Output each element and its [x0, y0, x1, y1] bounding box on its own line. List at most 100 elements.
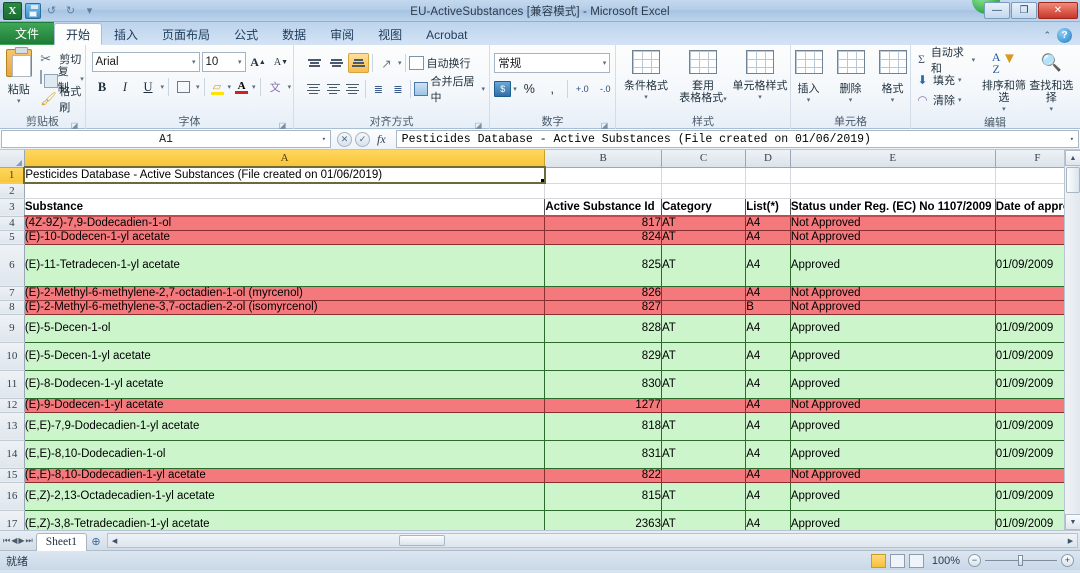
cell-substance[interactable]: (E)-10-Dodecen-1-yl acetate	[24, 230, 544, 244]
cell-B1[interactable]	[545, 167, 662, 183]
autosum-button[interactable]: Σ 自动求和 ▾	[915, 50, 975, 69]
cell-category[interactable]: AT	[661, 370, 745, 398]
cell-category[interactable]: AT	[661, 342, 745, 370]
increase-decimal-button[interactable]: +.0	[572, 79, 593, 99]
row-header-15[interactable]: 15	[0, 468, 24, 482]
cell-list[interactable]: A4	[746, 244, 791, 286]
fill-caret-icon[interactable]: ▾	[958, 76, 962, 84]
bold-button[interactable]: B	[92, 77, 113, 97]
cell-list[interactable]: A4	[746, 286, 791, 300]
cell-list[interactable]: A4	[746, 216, 791, 230]
cell-substance[interactable]: (E,E)-8,10-Dodecadien-1-ol	[24, 440, 544, 468]
borders-button[interactable]	[173, 77, 194, 97]
ribbon-tab-bar[interactable]: 文件 开始 插入 页面布局 公式 数据 审阅 视图 Acrobat ⌃ ?	[0, 22, 1080, 45]
select-all-corner[interactable]	[0, 150, 24, 167]
cell-substance[interactable]: (E,E)-8,10-Dodecadien-1-yl acetate	[24, 468, 544, 482]
align-middle-button[interactable]	[326, 53, 347, 73]
cell-substance[interactable]: (4Z-9Z)-7,9-Dodecadien-1-ol	[24, 216, 544, 230]
row-header-14[interactable]: 14	[0, 440, 24, 468]
column-header-B[interactable]: B	[545, 150, 662, 167]
orientation-caret-icon[interactable]: ▾	[398, 59, 402, 67]
cell-category[interactable]	[661, 286, 745, 300]
cell-id[interactable]: 827	[545, 300, 662, 314]
cell-category[interactable]: AT	[661, 314, 745, 342]
font-size-dropdown-icon[interactable]: ▾	[238, 58, 242, 66]
header-category[interactable]: Category	[661, 198, 745, 216]
cell-status[interactable]: Not Approved	[790, 230, 995, 244]
font-color-caret-icon[interactable]: ▾	[252, 83, 256, 91]
table-row[interactable]: 14 (E,E)-8,10-Dodecadien-1-ol 831 AT A4 …	[0, 440, 1080, 468]
header-substance[interactable]: Substance	[24, 198, 544, 216]
cell-list[interactable]: A4	[746, 342, 791, 370]
expand-formula-bar-icon[interactable]: ▾	[1070, 135, 1074, 144]
cell-substance[interactable]: (E)-9-Dodecen-1-yl acetate	[24, 398, 544, 412]
align-bottom-button[interactable]	[348, 53, 369, 73]
table-header-row[interactable]: 3 Substance Active Substance Id Category…	[0, 198, 1080, 216]
row-header-10[interactable]: 10	[0, 342, 24, 370]
cell-status[interactable]: Approved	[790, 482, 995, 510]
normal-view-icon[interactable]	[871, 554, 886, 568]
cell-list[interactable]: B	[746, 300, 791, 314]
delete-cells-button[interactable]: 删除 ▾	[831, 50, 871, 104]
column-header-E[interactable]: E	[790, 150, 995, 167]
cell-category[interactable]: AT	[661, 482, 745, 510]
format-as-table-caret-icon[interactable]: ▾	[723, 96, 727, 103]
cell-list[interactable]: A4	[746, 510, 791, 530]
cell-status[interactable]: Approved	[790, 370, 995, 398]
cell-E1[interactable]	[790, 167, 995, 183]
sheet-tab-sheet1[interactable]: Sheet1	[36, 533, 87, 551]
cell-status[interactable]: Approved	[790, 440, 995, 468]
scroll-down-button[interactable]: ▼	[1065, 514, 1080, 530]
tab-insert[interactable]: 插入	[102, 24, 150, 45]
cell-D2[interactable]	[746, 183, 791, 198]
cell-id[interactable]: 815	[545, 482, 662, 510]
cell-status[interactable]: Approved	[790, 412, 995, 440]
table-row[interactable]: 13 (E,E)-7,9-Dodecadien-1-yl acetate 818…	[0, 412, 1080, 440]
delete-cells-caret-icon[interactable]: ▾	[849, 96, 853, 104]
cell-list[interactable]: A4	[746, 314, 791, 342]
cell-list[interactable]: A4	[746, 412, 791, 440]
fill-button[interactable]: ⬇ 填充 ▾	[915, 70, 975, 89]
row-header-11[interactable]: 11	[0, 370, 24, 398]
wrap-text-button[interactable]: 自动换行	[409, 53, 471, 73]
name-box-dropdown-icon[interactable]: ▾	[322, 135, 326, 144]
phonetic-guide-button[interactable]: 文	[265, 77, 286, 97]
table-row[interactable]: 12 (E)-9-Dodecen-1-yl acetate 1277 A4 No…	[0, 398, 1080, 412]
cell-substance[interactable]: (E)-2-Methyl-6-methylene-3,7-octadien-2-…	[24, 300, 544, 314]
cell-status[interactable]: Approved	[790, 510, 995, 530]
cell-category[interactable]: AT	[661, 510, 745, 530]
horizontal-scrollbar[interactable]: ◀ ▶	[107, 533, 1078, 548]
font-name-input[interactable]: Arial ▾	[92, 52, 200, 72]
row-header-3[interactable]: 3	[0, 198, 24, 216]
conditional-formatting-caret-icon[interactable]: ▾	[644, 92, 648, 104]
insert-function-icon[interactable]: fx	[373, 132, 390, 147]
zoom-handle[interactable]	[1018, 555, 1023, 566]
vertical-scrollbar[interactable]: ▲ ▼	[1064, 150, 1080, 530]
cell-id[interactable]: 824	[545, 230, 662, 244]
prev-sheet-icon[interactable]: ◀	[11, 536, 17, 545]
cell-status[interactable]: Not Approved	[790, 216, 995, 230]
row-header-12[interactable]: 12	[0, 398, 24, 412]
close-button[interactable]: ✕	[1038, 2, 1078, 19]
font-dialog-launcher-icon[interactable]: ◪	[278, 119, 287, 128]
row-header-7[interactable]: 7	[0, 286, 24, 300]
shrink-font-button[interactable]: A▼	[271, 52, 292, 72]
help-icon[interactable]: ?	[1057, 28, 1072, 43]
row-header-9[interactable]: 9	[0, 314, 24, 342]
cell-substance[interactable]: (E)-5-Decen-1-yl acetate	[24, 342, 544, 370]
minimize-ribbon-icon[interactable]: ⌃	[1043, 30, 1051, 41]
cell-category[interactable]	[661, 468, 745, 482]
row-header-16[interactable]: 16	[0, 482, 24, 510]
table-row[interactable]: 6 (E)-11-Tetradecen-1-yl acetate 825 AT …	[0, 244, 1080, 286]
autosum-caret-icon[interactable]: ▾	[972, 56, 976, 64]
cell-id[interactable]: 818	[545, 412, 662, 440]
decrease-indent-button[interactable]: ≣	[369, 79, 388, 99]
accounting-format-icon[interactable]: $	[494, 81, 511, 97]
decrease-decimal-button[interactable]: -.0	[595, 79, 616, 99]
row-header-5[interactable]: 5	[0, 230, 24, 244]
align-right-button[interactable]	[343, 79, 362, 99]
zoom-slider[interactable]: − +	[968, 554, 1074, 567]
align-left-button[interactable]	[304, 79, 323, 99]
cell-status[interactable]: Approved	[790, 244, 995, 286]
page-layout-icon[interactable]	[890, 554, 905, 568]
